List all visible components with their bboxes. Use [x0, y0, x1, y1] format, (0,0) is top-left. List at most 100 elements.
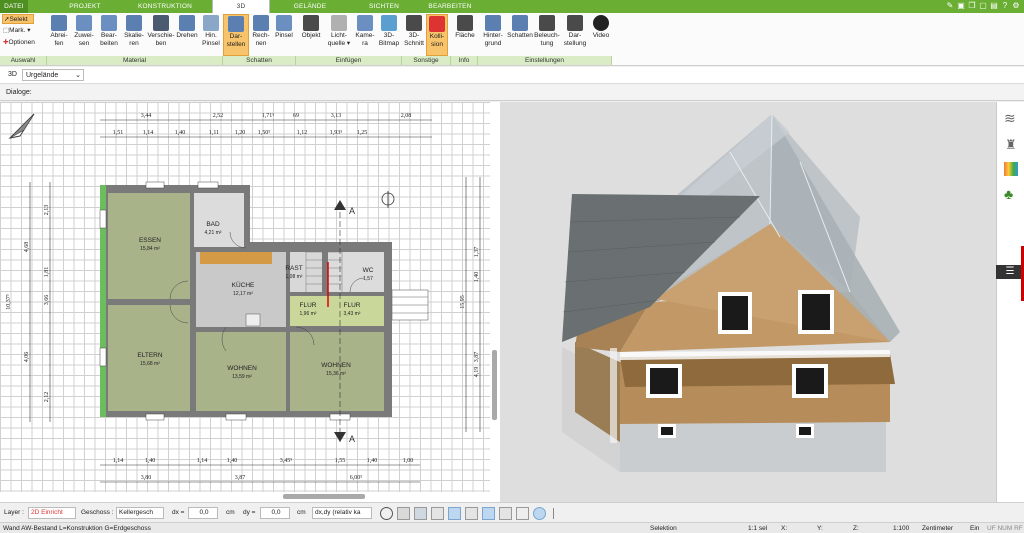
window-icon[interactable]: ▢ [979, 1, 987, 11]
snap-icon[interactable] [431, 507, 444, 520]
curve-icon[interactable] [465, 507, 478, 520]
select-label: Selekt [9, 16, 28, 23]
geschoss-select[interactable]: Kellergesch [116, 507, 164, 519]
ribbon-button-label: 3D- Bitmap [378, 32, 400, 47]
dx-input[interactable]: 0,0 [188, 507, 218, 519]
assign-button[interactable]: Zuwei- sen [72, 14, 96, 56]
edit-material-button[interactable]: Bear- beiten [97, 14, 121, 56]
brush-icon[interactable]: ✎ [946, 1, 954, 11]
video-button[interactable]: Video [590, 14, 612, 56]
bitmap-icon [381, 15, 397, 31]
area-button[interactable]: Fläche [453, 14, 477, 56]
status-unit: Zentimeter [922, 525, 954, 532]
edit-material-icon [101, 15, 117, 31]
3d-view[interactable] [500, 102, 996, 502]
dimension-label: 2,13 [44, 205, 50, 216]
copy-icon[interactable]: ❐ [968, 1, 976, 11]
section-3d-icon [406, 15, 422, 31]
dimension-label: 2,52 [213, 113, 224, 119]
display-icon [567, 15, 583, 31]
camera-button[interactable]: Kame- ra [354, 14, 376, 56]
dy-input[interactable]: 0,0 [260, 507, 290, 519]
settings-icon[interactable]: ⚙ [1012, 1, 1020, 11]
tab-gelaende[interactable]: GELÄNDE [285, 0, 335, 13]
select-button[interactable]: ➚Selekt [2, 14, 34, 24]
section-label-bottom: A [349, 434, 355, 444]
dimension-label: 1,14 [197, 458, 208, 464]
plan-horizontal-scrollbar[interactable] [0, 492, 500, 502]
print-preview-icon[interactable] [414, 507, 427, 520]
layer-3d-icon[interactable] [482, 507, 495, 520]
floor-plan-view[interactable]: 3,44 2,52 1,71⁵ 69 3,13 2,08 1,51 1,14 1,40 1,11 1… [0, 102, 500, 502]
layers-stack-icon[interactable]: ≋ [1004, 110, 1016, 127]
dimension-label: 1,50⁵ [258, 130, 271, 136]
tab-sichten[interactable]: SICHTEN [360, 0, 408, 13]
tear-button[interactable]: Abrei- fen [47, 14, 71, 56]
color-palette-icon[interactable] [1004, 162, 1018, 176]
chair-icon[interactable]: ♜ [1005, 137, 1017, 153]
display-button[interactable]: Dar- stellung [561, 14, 589, 56]
status-x: X: [781, 525, 788, 532]
section-label-top: A [349, 206, 355, 216]
shadow-settings-button[interactable]: Schatten [507, 14, 533, 56]
shadow-brush-button[interactable]: Pinsel [273, 14, 295, 56]
room-name: ESSEN [139, 237, 161, 244]
dimension-label: 6,00⁵ [350, 475, 363, 481]
print-icon[interactable]: ▤ [990, 1, 998, 11]
paint-brush-button[interactable]: Hin. Pinsel [200, 14, 222, 56]
light-source-button[interactable]: Licht- quelle ▾ [325, 14, 353, 56]
horizontal-scroll-thumb[interactable] [283, 494, 365, 499]
tab-3d[interactable]: 3D [212, 0, 270, 13]
room-name: KÜCHE [232, 281, 255, 289]
vertical-scroll-thumb[interactable] [492, 350, 497, 420]
tab-konstruktion[interactable]: KONSTRUKTION [130, 0, 200, 13]
tear-icon [51, 15, 67, 31]
text-tool-icon[interactable] [499, 507, 512, 520]
line-mode-icon[interactable] [448, 507, 461, 520]
section-3d-button[interactable]: 3D- Schnitt [403, 14, 425, 56]
grid-icon[interactable] [516, 507, 529, 520]
ribbon-button-label: Verschie- ben [147, 32, 175, 47]
clock-icon[interactable] [380, 507, 393, 520]
ribbon-button-label: Dar- stellung [563, 32, 587, 47]
plan-vertical-scrollbar[interactable] [490, 102, 500, 492]
coordinate-mode-select[interactable]: dx,dy (relativ ka [312, 507, 372, 519]
rotate-button[interactable]: Drehen [175, 14, 199, 56]
bitmap-button[interactable]: 3D- Bitmap [377, 14, 401, 56]
background-button[interactable]: Hinter- grund [480, 14, 506, 56]
calculate-button[interactable]: Rech- nen [250, 14, 272, 56]
object-button[interactable]: Objekt [298, 14, 324, 56]
move-button[interactable]: Verschie- ben [147, 14, 175, 56]
dimension-label: 69 [293, 113, 299, 119]
dimension-label: 2,08 [401, 113, 412, 119]
terrain-select[interactable]: Urgelände ⌄ [22, 69, 84, 81]
tab-datei[interactable]: DATEI [0, 0, 28, 13]
screen-icon[interactable] [397, 507, 410, 520]
scale-button[interactable]: Skalie- ren [121, 14, 147, 56]
layers-icon[interactable]: ▣ [957, 1, 965, 11]
dialog-label: Dialoge: [6, 89, 32, 96]
north-icon[interactable] [533, 507, 546, 520]
dimension-label: 3,45⁵ [280, 458, 293, 464]
quick-access-icons: ✎ ▣ ❐ ▢ ▤ ? ⚙ [946, 1, 1020, 12]
options-button[interactable]: ✚Optionen [2, 38, 35, 48]
mark-button[interactable]: ⬚Mark. ▾ [2, 26, 30, 36]
room-name: FLUR [344, 302, 361, 309]
tab-bearbeiten[interactable]: BEARBEITEN [420, 0, 480, 13]
layer-value: 2D Einricht [31, 509, 63, 516]
collision-button[interactable]: Kolli- sion [426, 14, 448, 56]
tab-projekt[interactable]: PROJEKT [55, 0, 115, 13]
help-icon[interactable]: ? [1001, 1, 1009, 11]
geschoss-value: Kellergesch [119, 509, 153, 516]
show-shadow-button[interactable]: Dar- stellen [223, 14, 249, 56]
dimension-label: 1,40 [175, 130, 186, 136]
ribbon-button-label: Objekt [301, 32, 321, 39]
ribbon-button-label: Hin. Pinsel [202, 32, 220, 47]
status-flags: UF NUM RF [987, 525, 1023, 532]
layer-select[interactable]: 2D Einricht [28, 507, 76, 519]
panel-toggle-icon[interactable]: ☰ [996, 265, 1024, 279]
tree-icon[interactable]: ♣ [1004, 186, 1013, 202]
app-window: DATEI PROJEKT KONSTRUKTION 3D GELÄNDE SI… [0, 0, 1024, 533]
dimension-label: 3,87 [235, 475, 246, 481]
lighting-button[interactable]: Beleuch- tung [534, 14, 560, 56]
